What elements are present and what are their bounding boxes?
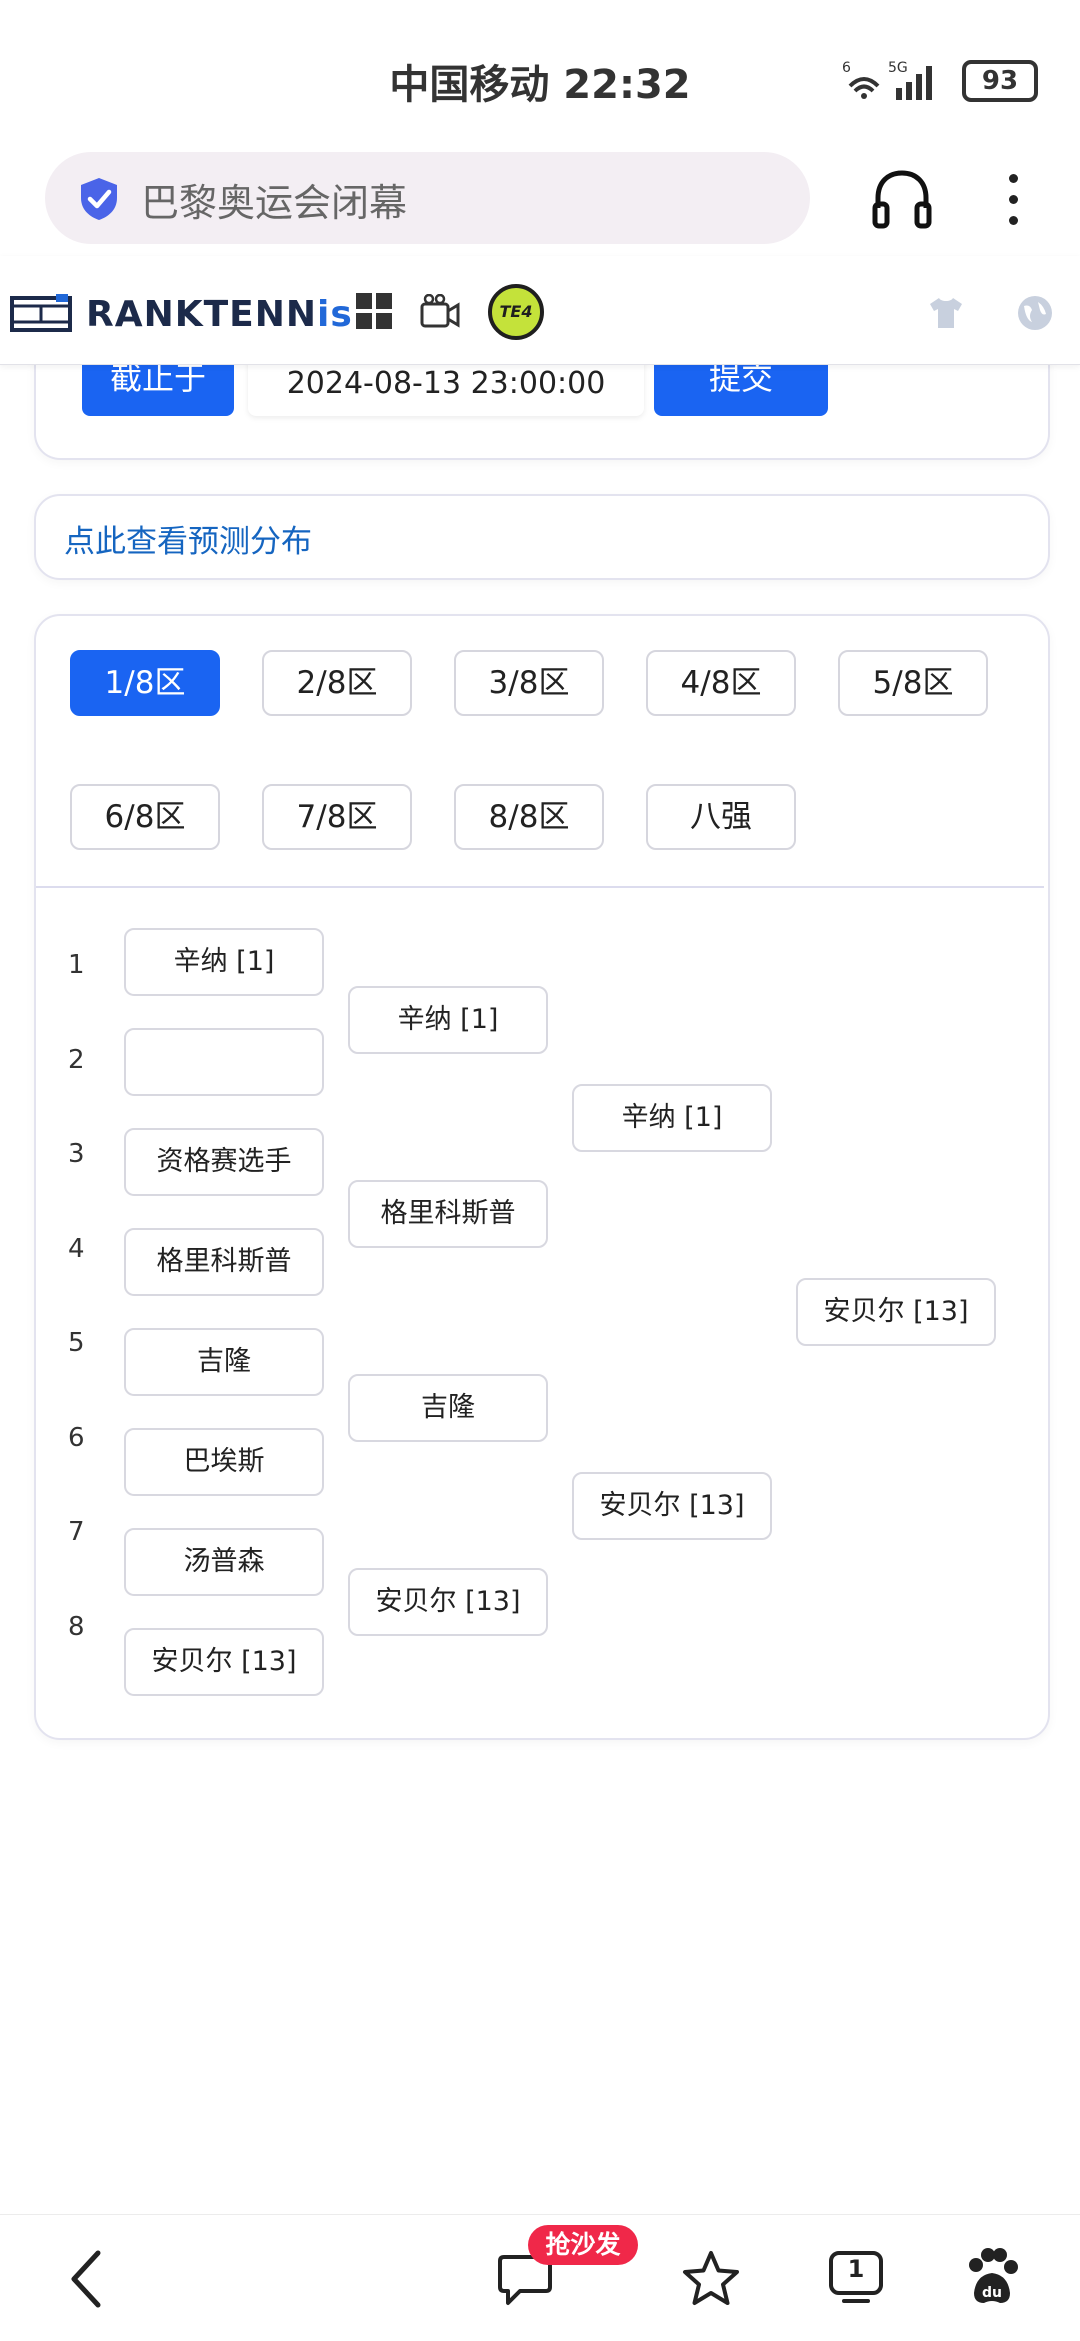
region-tab[interactable]: 7/8区	[262, 784, 412, 850]
divider	[36, 886, 1044, 888]
status-bar: 中国移动 22:32 6 5G 93	[0, 0, 1080, 150]
logo-text-main: RANKTENN	[86, 294, 318, 335]
star-icon[interactable]	[680, 2249, 742, 2309]
svg-text:5G: 5G	[888, 60, 908, 76]
svg-text:du: du	[982, 2285, 1002, 2301]
region-tab[interactable]: 3/8区	[454, 650, 604, 716]
distribution-card[interactable]: 点此查看预测分布	[34, 494, 1050, 580]
seed-number: 2	[68, 1044, 85, 1075]
seed-number: 5	[68, 1328, 85, 1358]
shield-icon	[81, 178, 117, 220]
seed-number: 4	[68, 1233, 85, 1264]
site-logo[interactable]: RANKTENNis	[86, 294, 353, 335]
region-tab[interactable]: 8/8区	[454, 784, 604, 850]
svg-text:6: 6	[842, 60, 851, 76]
round3-player[interactable]: 安贝尔 [13]	[572, 1472, 772, 1540]
region-tab[interactable]: 5/8区	[838, 650, 988, 716]
bracket-card: 1/8区 2/8区 3/8区 4/8区 5/8区 6/8区 7/8区 8/8区 八强 1 2 3 4 5…	[34, 614, 1050, 1740]
headphones-icon[interactable]	[870, 168, 934, 230]
search-bar[interactable]: 巴黎奥运会闭幕	[45, 152, 810, 244]
round1-player[interactable]: 汤普森	[124, 1528, 324, 1596]
region-winner[interactable]: 安贝尔 [13]	[796, 1278, 996, 1346]
tabs-icon[interactable]: 1	[828, 2249, 884, 2305]
region-tab[interactable]: 6/8区	[70, 784, 220, 850]
more-menu-icon[interactable]	[998, 168, 1028, 230]
paw-icon[interactable]: du	[962, 2245, 1022, 2309]
comment-badge[interactable]: 抢沙发	[528, 2225, 638, 2265]
bottom-nav: 抢沙发 1 du	[0, 2214, 1080, 2341]
round1-player[interactable]: 安贝尔 [13]	[124, 1628, 324, 1696]
region-tab[interactable]: 八强	[646, 784, 796, 850]
tab-count: 1	[847, 2255, 865, 2283]
seed-number: 8	[68, 1611, 85, 1642]
seed-number: 3	[68, 1139, 85, 1169]
region-tab[interactable]: 2/8区	[262, 650, 412, 716]
court-logo-icon[interactable]	[10, 294, 72, 334]
seed-number: 6	[68, 1422, 85, 1453]
seed-number: 1	[68, 950, 85, 980]
back-icon[interactable]	[66, 2249, 106, 2309]
video-camera-icon[interactable]	[420, 294, 460, 330]
round1-player[interactable]: 资格赛选手	[124, 1128, 324, 1196]
round1-player[interactable]: 吉隆	[124, 1328, 324, 1396]
globe-icon[interactable]	[1016, 294, 1054, 332]
round2-player[interactable]: 安贝尔 [13]	[348, 1568, 548, 1636]
round2-player[interactable]: 吉隆	[348, 1374, 548, 1442]
te4-badge[interactable]: TE4	[488, 284, 544, 340]
logo-text-accent: is	[317, 294, 353, 335]
round1-player[interactable]: 巴埃斯	[124, 1428, 324, 1496]
round1-player[interactable]	[124, 1028, 324, 1096]
distribution-link[interactable]: 点此查看预测分布	[64, 516, 312, 561]
region-tab[interactable]: 1/8区	[70, 650, 220, 716]
shirt-icon[interactable]	[928, 296, 964, 330]
round3-player[interactable]: 辛纳 [1]	[572, 1084, 772, 1152]
grid-icon[interactable]	[356, 293, 392, 329]
round1-player[interactable]: 格里科斯普	[124, 1228, 324, 1296]
battery-indicator: 93	[962, 60, 1038, 102]
region-tab[interactable]: 4/8区	[646, 650, 796, 716]
seed-number: 7	[68, 1517, 85, 1547]
round2-player[interactable]: 格里科斯普	[348, 1180, 548, 1248]
site-header: RANKTENNis TE4	[0, 256, 1080, 365]
round1-player[interactable]: 辛纳 [1]	[124, 928, 324, 996]
round2-player[interactable]: 辛纳 [1]	[348, 986, 548, 1054]
search-query[interactable]: 巴黎奥运会闭幕	[141, 172, 407, 227]
signal-icon: 6 5G	[842, 58, 950, 108]
